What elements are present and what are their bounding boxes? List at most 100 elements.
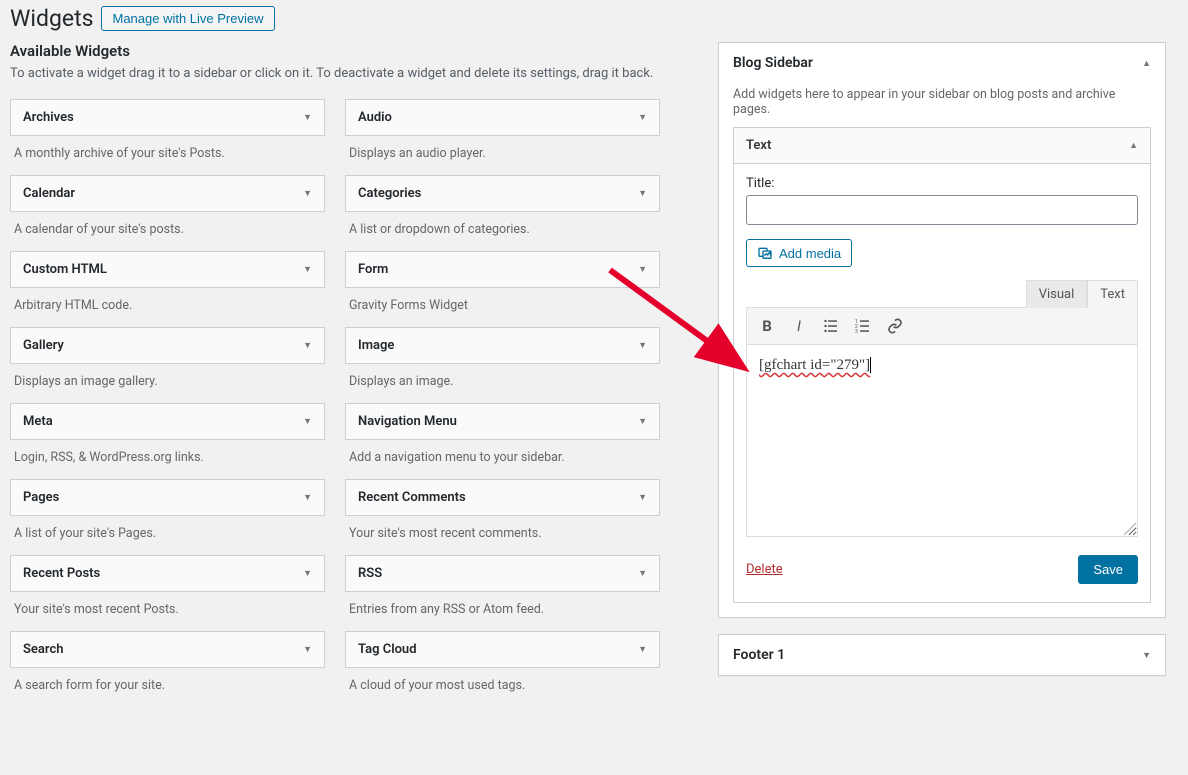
- widget-desc: A calendar of your site's posts.: [10, 212, 325, 237]
- chevron-down-icon: ▼: [303, 188, 312, 199]
- widget-label: Calendar: [23, 186, 75, 201]
- chevron-up-icon: ▲: [1142, 58, 1151, 69]
- page-title: Widgets: [10, 5, 93, 32]
- add-media-button[interactable]: Add media: [746, 239, 852, 267]
- widget-desc: A list of your site's Pages.: [10, 516, 325, 541]
- delete-link[interactable]: Delete: [746, 562, 783, 577]
- svg-text:3: 3: [855, 329, 858, 334]
- text-widget-header[interactable]: Text ▲: [734, 128, 1150, 164]
- widget-audio[interactable]: Audio ▼: [345, 99, 660, 136]
- chevron-down-icon: ▼: [638, 188, 647, 199]
- widget-label: Gallery: [23, 338, 64, 353]
- title-input[interactable]: [746, 195, 1138, 225]
- available-widgets-heading: Available Widgets: [10, 42, 660, 60]
- chevron-down-icon: ▼: [303, 492, 312, 503]
- chevron-down-icon: ▼: [638, 264, 647, 275]
- editor-content[interactable]: [gfchart id="279"]: [759, 357, 870, 373]
- italic-button[interactable]: I: [785, 312, 813, 340]
- widget-label: Search: [23, 642, 64, 657]
- widget-desc: Your site's most recent comments.: [345, 516, 660, 541]
- widget-label: Tag Cloud: [358, 642, 417, 657]
- widget-desc: Gravity Forms Widget: [345, 288, 660, 313]
- available-widgets-desc: To activate a widget drag it to a sideba…: [10, 66, 660, 81]
- widget-label: Custom HTML: [23, 262, 107, 277]
- chevron-down-icon: ▼: [303, 644, 312, 655]
- save-button[interactable]: Save: [1078, 555, 1138, 584]
- chevron-down-icon: ▼: [638, 112, 647, 123]
- widget-label: Pages: [23, 490, 59, 505]
- widget-label: Image: [358, 338, 394, 353]
- numbered-list-button[interactable]: 123: [849, 312, 877, 340]
- widget-label: RSS: [358, 566, 382, 581]
- widget-tag-cloud[interactable]: Tag Cloud ▼: [345, 631, 660, 668]
- text-widget-title: Text: [746, 138, 771, 153]
- widget-desc: A cloud of your most used tags.: [345, 668, 660, 693]
- footer-1-panel: Footer 1 ▼: [718, 634, 1166, 676]
- chevron-down-icon: ▼: [638, 568, 647, 579]
- chevron-down-icon: ▼: [638, 416, 647, 427]
- widget-navigation-menu[interactable]: Navigation Menu ▼: [345, 403, 660, 440]
- chevron-up-icon: ▲: [1129, 140, 1138, 151]
- chevron-down-icon: ▼: [1142, 650, 1151, 661]
- blog-sidebar-header[interactable]: Blog Sidebar ▲: [719, 43, 1165, 83]
- widget-label: Navigation Menu: [358, 414, 457, 429]
- widget-custom-html[interactable]: Custom HTML ▼: [10, 251, 325, 288]
- widget-label: Recent Posts: [23, 566, 100, 581]
- footer-1-header[interactable]: Footer 1 ▼: [719, 635, 1165, 675]
- widget-desc: Arbitrary HTML code.: [10, 288, 325, 313]
- widget-label: Audio: [358, 110, 392, 125]
- blog-sidebar-desc: Add widgets here to appear in your sideb…: [719, 83, 1165, 127]
- chevron-down-icon: ▼: [638, 492, 647, 503]
- link-button[interactable]: [881, 312, 909, 340]
- widget-desc: Entries from any RSS or Atom feed.: [345, 592, 660, 617]
- tab-visual[interactable]: Visual: [1026, 280, 1088, 308]
- widget-desc: Your site's most recent Posts.: [10, 592, 325, 617]
- widget-rss[interactable]: RSS ▼: [345, 555, 660, 592]
- bulleted-list-button[interactable]: [817, 312, 845, 340]
- widget-form[interactable]: Form ▼: [345, 251, 660, 288]
- bold-button[interactable]: B: [753, 312, 781, 340]
- chevron-down-icon: ▼: [303, 416, 312, 427]
- blog-sidebar-panel: Blog Sidebar ▲ Add widgets here to appea…: [718, 42, 1166, 618]
- widget-pages[interactable]: Pages ▼: [10, 479, 325, 516]
- widget-categories[interactable]: Categories ▼: [345, 175, 660, 212]
- widget-desc: A monthly archive of your site's Posts.: [10, 136, 325, 161]
- chevron-down-icon: ▼: [638, 340, 647, 351]
- chevron-down-icon: ▼: [638, 644, 647, 655]
- chevron-down-icon: ▼: [303, 340, 312, 351]
- text-widget: Text ▲ Title: Add media: [733, 127, 1151, 603]
- widget-desc: A search form for your site.: [10, 668, 325, 693]
- widget-label: Recent Comments: [358, 490, 466, 505]
- chevron-down-icon: ▼: [303, 112, 312, 123]
- editor-toolbar: B I 123: [746, 307, 1138, 345]
- chevron-down-icon: ▼: [303, 568, 312, 579]
- resize-handle-icon[interactable]: [1123, 522, 1137, 536]
- add-media-label: Add media: [779, 246, 841, 261]
- footer-1-title: Footer 1: [733, 647, 785, 663]
- widget-calendar[interactable]: Calendar ▼: [10, 175, 325, 212]
- widget-gallery[interactable]: Gallery ▼: [10, 327, 325, 364]
- widget-desc: Add a navigation menu to your sidebar.: [345, 440, 660, 465]
- widget-desc: Displays an image.: [345, 364, 660, 389]
- widget-desc: Displays an image gallery.: [10, 364, 325, 389]
- widget-label: Meta: [23, 414, 53, 429]
- manage-live-preview-button[interactable]: Manage with Live Preview: [101, 6, 274, 31]
- widget-desc: A list or dropdown of categories.: [345, 212, 660, 237]
- widget-recent-comments[interactable]: Recent Comments ▼: [345, 479, 660, 516]
- tab-text[interactable]: Text: [1087, 280, 1138, 308]
- widget-label: Categories: [358, 186, 421, 201]
- widget-archives[interactable]: Archives ▼: [10, 99, 325, 136]
- editor-textarea[interactable]: [gfchart id="279"]: [746, 345, 1138, 537]
- widget-label: Archives: [23, 110, 74, 125]
- widget-desc: Displays an audio player.: [345, 136, 660, 161]
- widget-search[interactable]: Search ▼: [10, 631, 325, 668]
- widget-label: Form: [358, 262, 388, 277]
- title-field-label: Title:: [746, 176, 1138, 191]
- widget-recent-posts[interactable]: Recent Posts ▼: [10, 555, 325, 592]
- chevron-down-icon: ▼: [303, 264, 312, 275]
- widget-desc: Login, RSS, & WordPress.org links.: [10, 440, 325, 465]
- widget-meta[interactable]: Meta ▼: [10, 403, 325, 440]
- widget-image[interactable]: Image ▼: [345, 327, 660, 364]
- media-icon: [757, 245, 773, 261]
- blog-sidebar-title: Blog Sidebar: [733, 55, 813, 71]
